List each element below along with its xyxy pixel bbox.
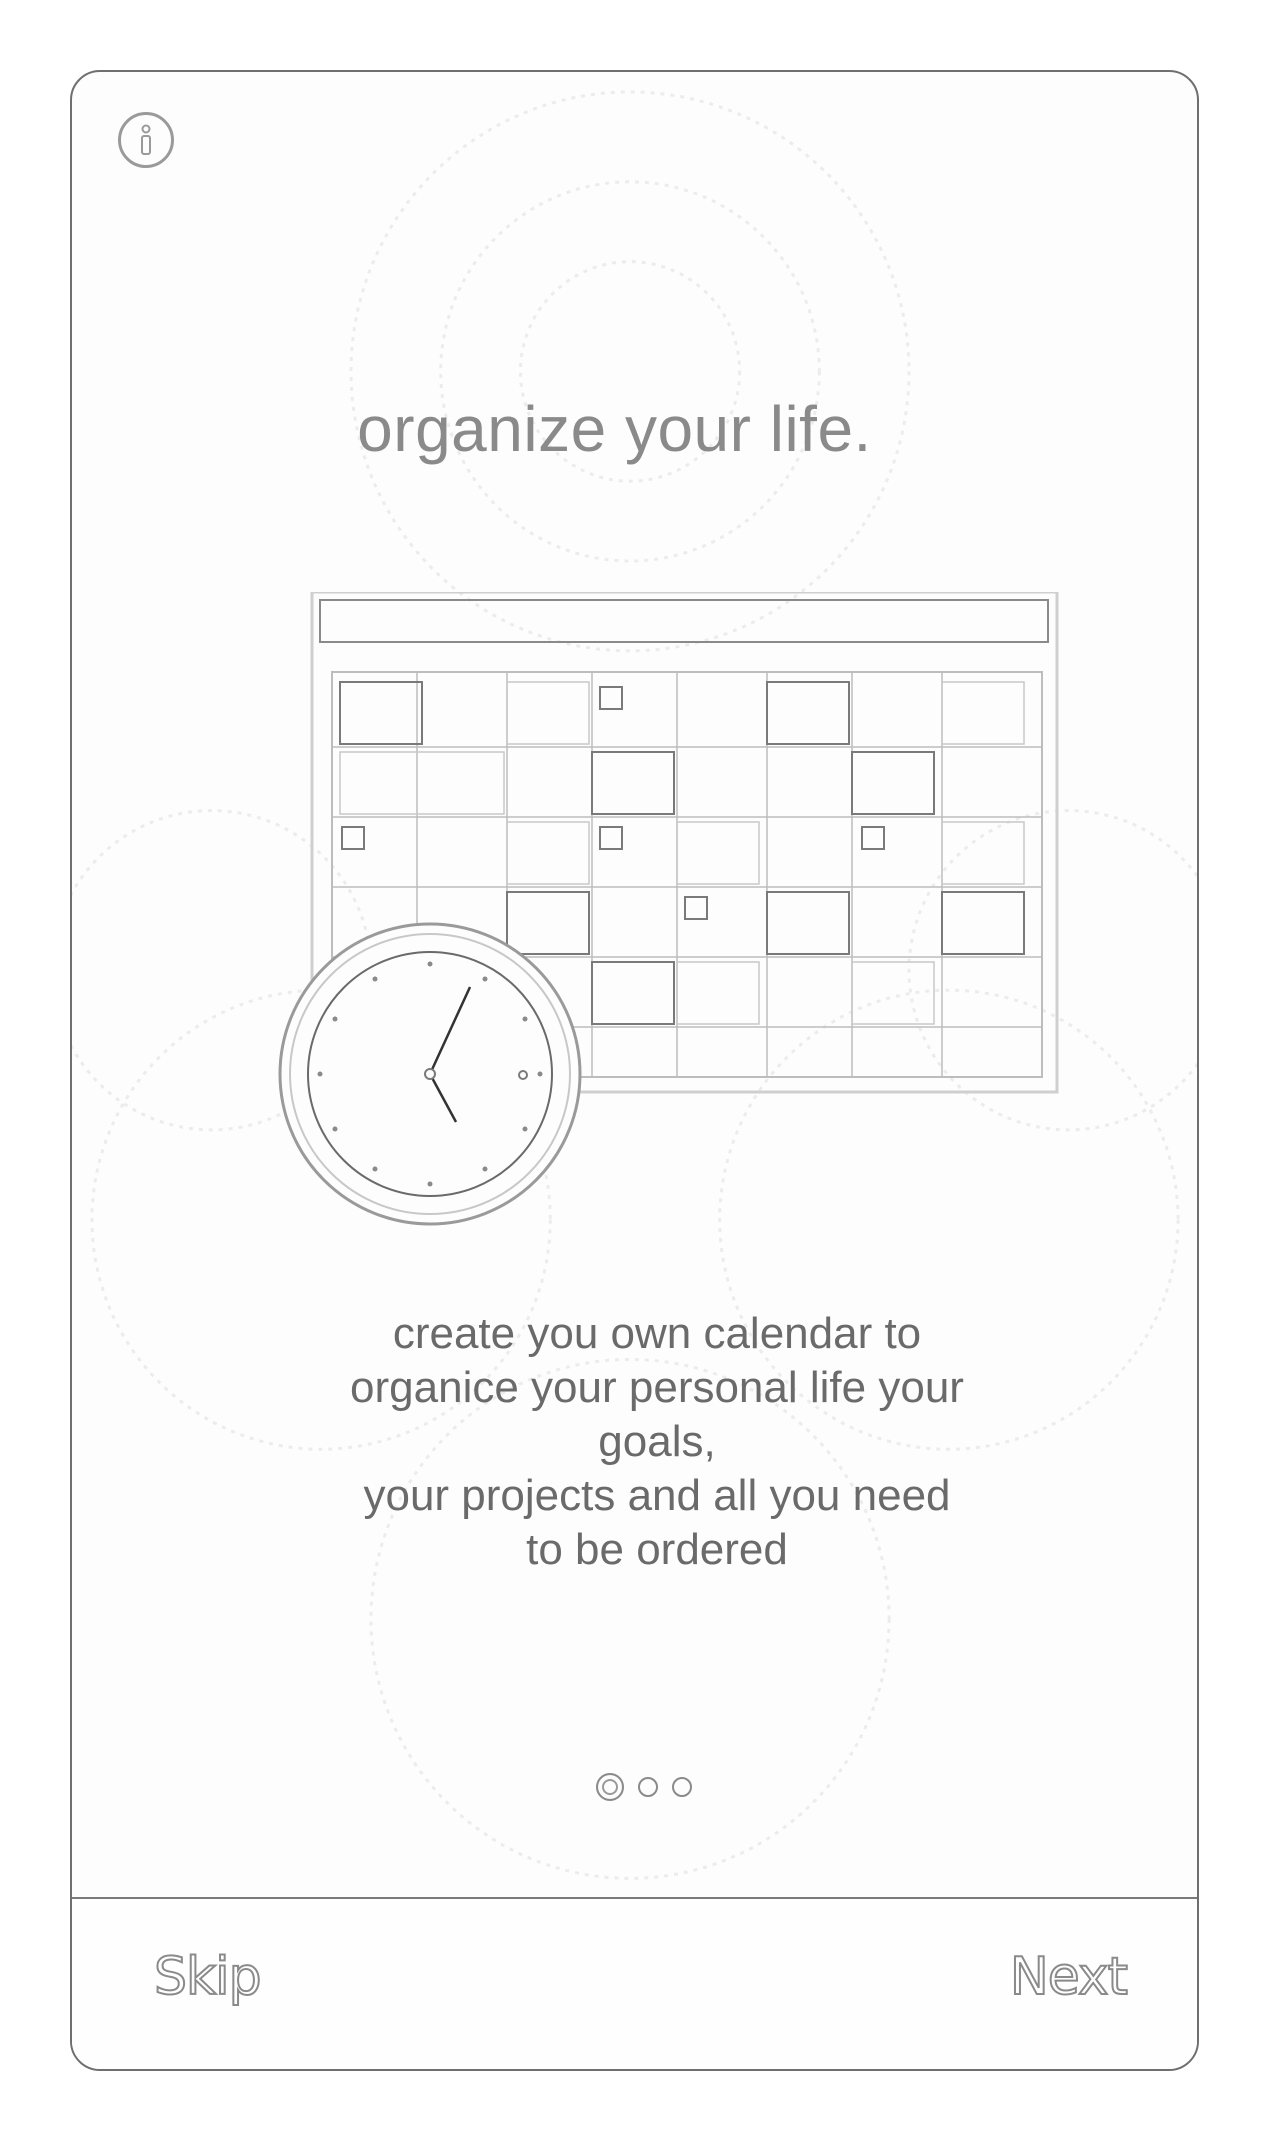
- page-title: organize your life.: [72, 392, 1197, 466]
- page-indicator: [72, 1773, 1197, 1801]
- info-button[interactable]: [118, 112, 174, 168]
- info-icon: [141, 124, 151, 155]
- page-dot-2[interactable]: [637, 1777, 658, 1797]
- clock-icon: [278, 922, 582, 1226]
- onboarding-footer: Skip Next: [72, 1897, 1197, 2069]
- page-dot-3[interactable]: [671, 1777, 692, 1797]
- onboarding-description: create you own calendar to organice your…: [350, 1309, 964, 1574]
- next-button[interactable]: Next: [1009, 1946, 1129, 2008]
- skip-button[interactable]: Skip: [153, 1946, 263, 2008]
- headline-text: organize your life.: [357, 393, 872, 465]
- page-dot-1[interactable]: [595, 1773, 624, 1801]
- onboarding-card: organize your life. create you own calen…: [70, 70, 1199, 2071]
- calendar-clock-illustration: [278, 592, 1059, 1226]
